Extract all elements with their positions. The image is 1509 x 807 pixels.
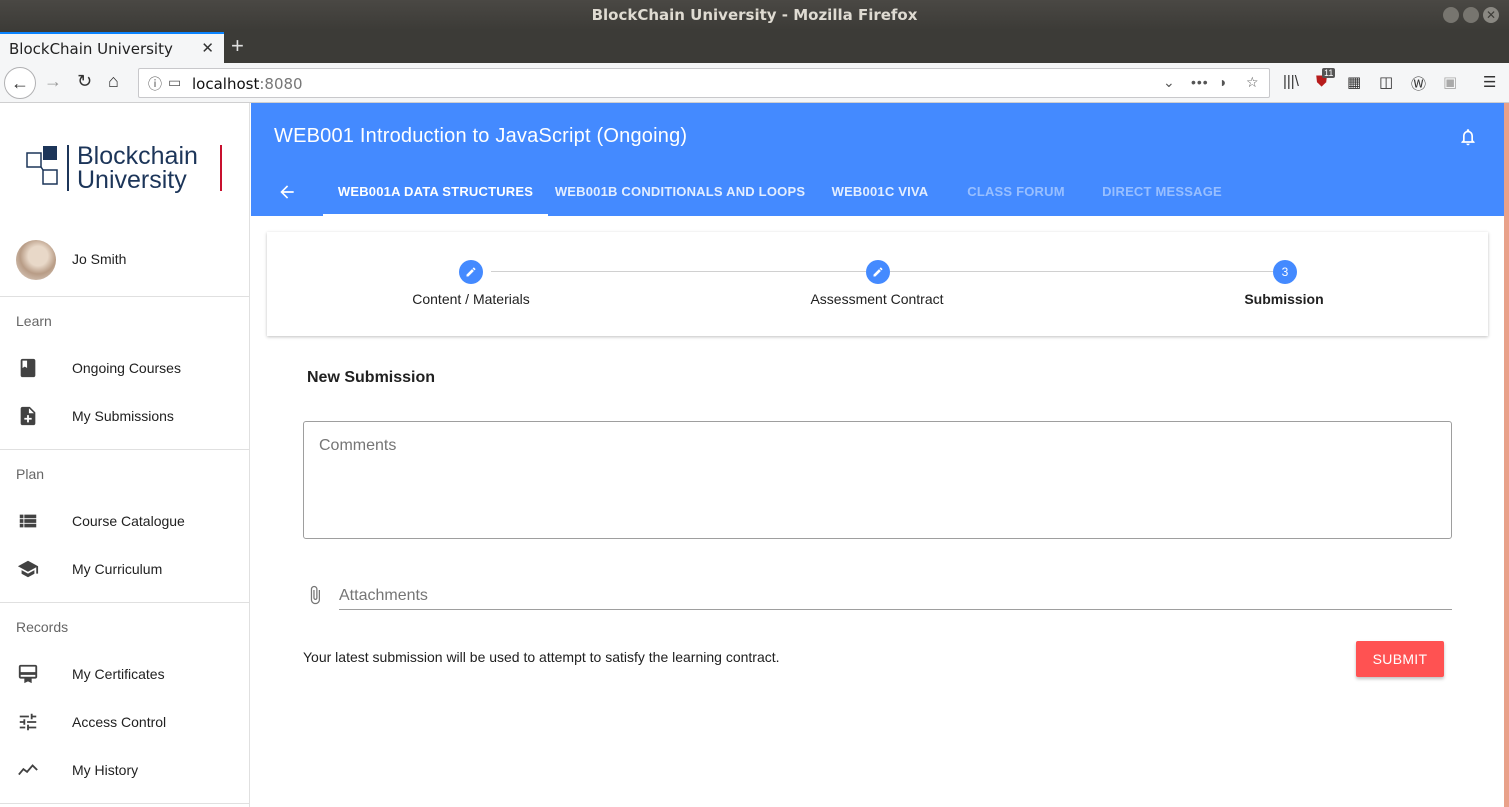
note-add-icon: [20, 406, 36, 426]
extensions-grid-icon[interactable]: ▦: [1347, 73, 1361, 91]
user-profile[interactable]: Jo Smith: [0, 235, 250, 297]
reload-icon[interactable]: ↻: [77, 71, 92, 92]
tab-web001b[interactable]: WEB001B CONDITIONALS AND LOOPS: [548, 167, 812, 216]
step-1-label[interactable]: Content / Materials: [361, 291, 581, 307]
tune-icon: [19, 713, 37, 731]
home-icon[interactable]: ⌂: [108, 71, 119, 92]
minimize-button[interactable]: [1443, 7, 1459, 23]
logo-text-university: University: [77, 166, 187, 194]
sidebar-item-my-history[interactable]: My History: [0, 747, 250, 795]
browser-forward-icon[interactable]: →: [44, 71, 62, 92]
step-3-label[interactable]: Submission: [1174, 291, 1394, 307]
scrollbar-edge: [1504, 103, 1509, 807]
sidebar-item-label: My Curriculum: [72, 561, 163, 577]
extension-badge: 11: [1322, 68, 1336, 78]
library-icon[interactable]: |||\: [1283, 73, 1299, 90]
sidebar-item-my-curriculum[interactable]: My Curriculum: [0, 546, 250, 594]
submission-note: Your latest submission will be used to a…: [303, 649, 780, 665]
sidebar-item-label: My Submissions: [72, 408, 174, 424]
step-1-marker[interactable]: [459, 260, 483, 284]
sidebar-item-label: Access Control: [72, 714, 167, 730]
comments-field[interactable]: [303, 421, 1452, 539]
edit-icon: [873, 267, 883, 277]
tab-class-forum: CLASS FORUM: [967, 184, 1065, 199]
sidebar-item-label: My Certificates: [72, 666, 165, 682]
browser-tab-title: BlockChain University: [9, 40, 173, 58]
window-close-button[interactable]: ✕: [1483, 7, 1499, 23]
sidebar-item-ongoing-courses[interactable]: Ongoing Courses: [0, 345, 250, 393]
extension-icon[interactable]: ▣: [1443, 73, 1457, 91]
hamburger-menu-icon[interactable]: ☰: [1483, 73, 1496, 91]
wordpress-icon[interactable]: Ⓦ: [1411, 73, 1426, 94]
page-actions-icon[interactable]: •••: [1191, 74, 1209, 90]
logo-accent-bar: [220, 145, 222, 191]
list-icon: [19, 514, 37, 528]
maximize-button[interactable]: [1463, 7, 1479, 23]
step-3-marker[interactable]: 3: [1273, 260, 1297, 284]
tab-web001a[interactable]: WEB001A DATA STRUCTURES: [323, 167, 548, 216]
window-title: BlockChain University - Mozilla Firefox: [591, 6, 918, 24]
attachments-input[interactable]: [339, 583, 1452, 610]
certificate-icon: [18, 664, 38, 684]
new-tab-icon[interactable]: +: [231, 33, 244, 59]
section-title: New Submission: [307, 369, 436, 386]
page-title: WEB001 Introduction to JavaScript (Ongoi…: [274, 125, 688, 147]
browser-tab[interactable]: BlockChain University ✕: [0, 32, 224, 63]
user-name: Jo Smith: [72, 251, 127, 267]
notifications-icon[interactable]: [1458, 126, 1478, 148]
section-header-records: Records: [16, 619, 69, 635]
submit-button[interactable]: SUBMIT: [1356, 641, 1444, 677]
tab-close-icon[interactable]: ✕: [201, 39, 214, 57]
step-2-marker[interactable]: [866, 260, 890, 284]
step-2-label[interactable]: Assessment Contract: [767, 291, 987, 307]
back-arrow-icon[interactable]: [277, 182, 297, 202]
section-header-learn: Learn: [16, 313, 52, 329]
book-icon: [20, 358, 36, 378]
tab-direct-message: DIRECT MESSAGE: [1102, 184, 1222, 199]
bookmark-star-icon[interactable]: ☆: [1246, 74, 1259, 91]
url-bar[interactable]: ⓘ ▭ localhost:8080 ⌄ ••• ◗ ☆: [138, 68, 1270, 98]
dropdown-chevron-icon[interactable]: ⌄: [1163, 74, 1175, 91]
divider: [0, 602, 250, 603]
sidebar-item-access-control[interactable]: Access Control: [0, 699, 250, 747]
step-connector: [491, 271, 866, 272]
sidebar-item-label: Ongoing Courses: [72, 360, 181, 376]
page-icon: ▭: [168, 74, 182, 90]
divider: [0, 803, 250, 804]
step-connector: [890, 271, 1273, 272]
logo-divider: [67, 145, 69, 191]
blockchain-university-logo: Blockchain University: [26, 142, 226, 195]
edit-icon: [466, 267, 476, 277]
school-icon: [17, 560, 39, 578]
sidebar-item-course-catalogue[interactable]: Course Catalogue: [0, 498, 250, 546]
section-header-plan: Plan: [16, 466, 45, 482]
browser-back-button[interactable]: ←: [4, 67, 36, 99]
tab-strip: BlockChain University ✕ +: [0, 30, 1509, 63]
sidebar: Blockchain University Jo Smith Learn Ong…: [0, 103, 250, 807]
navigation-toolbar: ← → ↻ ⌂ ⓘ ▭ localhost:8080 ⌄ ••• ◗ ☆ |||…: [0, 63, 1509, 103]
logo-mark-icon: [26, 146, 58, 185]
attachment-icon[interactable]: [305, 583, 325, 607]
window-titlebar: BlockChain University - Mozilla Firefox …: [0, 0, 1509, 30]
sidebar-toggle-icon[interactable]: ◫: [1379, 73, 1393, 91]
progress-stepper: Content / Materials Assessment Contract …: [267, 232, 1488, 336]
url-text[interactable]: localhost:8080: [192, 75, 303, 93]
tab-web001c[interactable]: WEB001C VIVA: [812, 167, 948, 216]
timeline-icon: [18, 764, 38, 776]
avatar: [16, 240, 56, 280]
divider: [0, 449, 250, 450]
sidebar-item-my-certificates[interactable]: My Certificates: [0, 651, 250, 699]
info-icon[interactable]: ⓘ: [148, 74, 162, 94]
sidebar-item-my-submissions[interactable]: My Submissions: [0, 393, 250, 441]
pocket-icon[interactable]: ◗: [1219, 74, 1227, 90]
course-header: WEB001 Introduction to JavaScript (Ongoi…: [251, 103, 1504, 216]
sidebar-item-label: My History: [72, 762, 139, 778]
sidebar-item-label: Course Catalogue: [72, 513, 185, 529]
